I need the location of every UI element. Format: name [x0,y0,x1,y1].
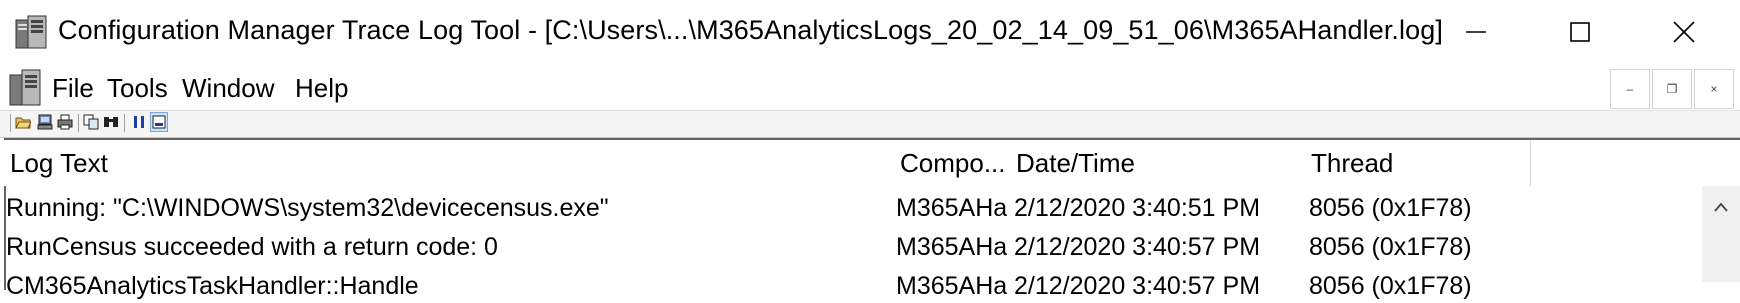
toolbar-separator [78,114,79,132]
mdi-close-button[interactable]: × [1694,69,1734,109]
minimize-icon [1466,31,1486,33]
close-icon [1673,21,1695,43]
cell-log-text: RunCensus succeeded with a return code: … [6,233,498,261]
cell-datetime: 2/12/2020 3:40:57 PM [1014,272,1261,300]
pause-icon[interactable] [130,112,148,132]
find-icon[interactable] [102,112,120,132]
column-divider[interactable] [1530,140,1531,186]
cell-datetime: 2/12/2020 3:40:51 PM [1014,194,1261,222]
highlight-icon[interactable] [150,112,168,132]
cell-component: M365AHandler [896,272,1007,300]
cell-datetime: 2/12/2020 3:40:57 PM [1014,233,1261,261]
menu-help[interactable]: Help [295,73,348,104]
maximize-button[interactable] [1532,0,1628,64]
cell-log-text: Running: "C:\WINDOWS\system32\devicecens… [6,194,609,222]
copy-icon[interactable] [82,112,100,132]
print-icon[interactable] [56,112,74,132]
minimize-button[interactable] [1428,0,1524,64]
scroll-up-button[interactable] [1702,190,1740,224]
cell-log-text: CM365AnalyticsTaskHandler::Handle [6,272,419,300]
cell-thread: 8056 (0x1F78) [1309,272,1472,300]
mdi-restore-button[interactable]: ❐ [1652,69,1692,109]
column-header-datetime[interactable]: Date/Time [1010,140,1305,186]
document-server-icon[interactable] [8,67,44,107]
cell-thread: 8056 (0x1F78) [1309,233,1472,261]
cell-component: M365AHandler [896,194,1007,222]
column-header-thread[interactable]: Thread [1305,140,1530,186]
toolbar-separator [124,114,125,132]
close-button[interactable] [1636,0,1732,64]
open-remote-icon[interactable] [36,112,54,132]
menu-window[interactable]: Window [182,73,274,104]
open-folder-icon[interactable] [14,112,32,132]
server-stack-icon[interactable] [14,14,50,50]
chevron-up-icon [1714,202,1728,212]
maximize-icon [1570,22,1590,42]
menu-file[interactable]: File [52,73,94,104]
toolbar [0,110,1740,138]
column-header-component[interactable]: Compo... [894,140,1010,186]
cell-component: M365AHandler [896,233,1007,261]
column-header-log-text[interactable]: Log Text [4,140,894,186]
window-title: Configuration Manager Trace Log Tool - [… [58,15,1443,45]
menu-tools[interactable]: Tools [107,73,168,104]
mdi-minimize-button[interactable]: – [1610,69,1650,109]
toolbar-separator [10,114,11,132]
cell-thread: 8056 (0x1F78) [1309,194,1472,222]
